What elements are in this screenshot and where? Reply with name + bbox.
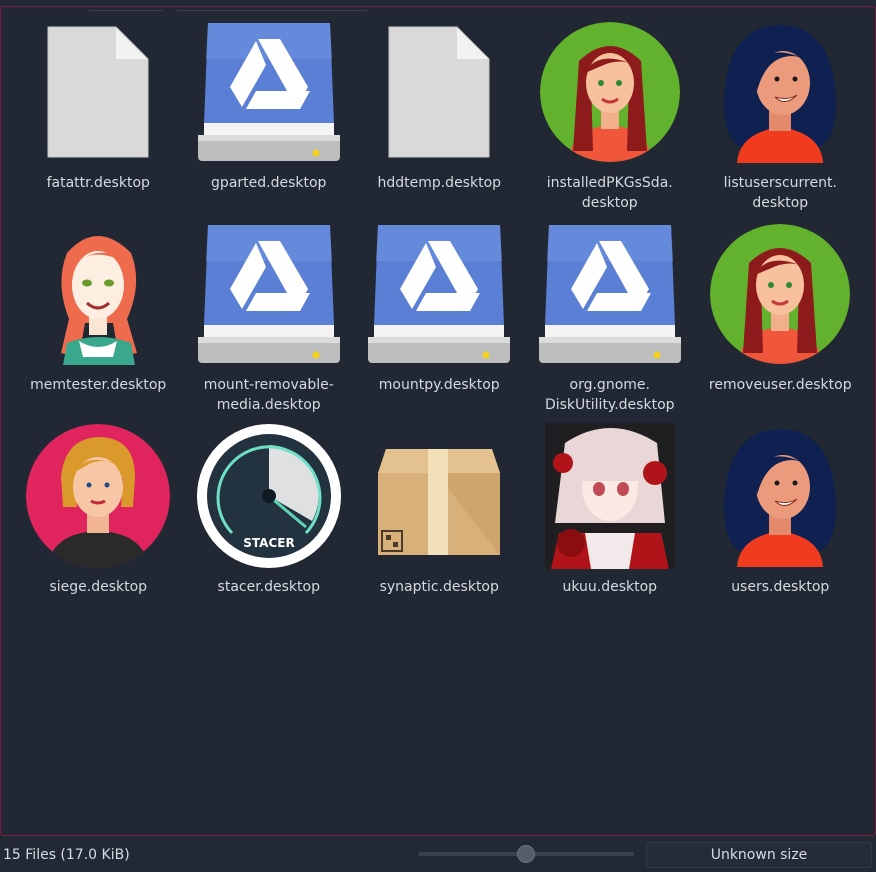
file-count-summary: 15 Files (17.0 KiB) [3, 847, 130, 863]
drive-icon [194, 221, 344, 367]
stacer-gauge-icon: STACER [194, 423, 344, 569]
file-label: siege.desktop [49, 579, 148, 595]
file-label: removeuser.desktop [708, 377, 852, 393]
avatar-blue-woman-icon [705, 423, 855, 569]
header-tab-edge [89, 7, 163, 11]
file-label: org.gnome. DiskUtility.desktop [544, 377, 675, 413]
file-label: users.desktop [731, 579, 830, 595]
file-label: listuserscurrent. desktop [723, 175, 837, 211]
file-item[interactable]: installedPKGsSda. desktop [525, 19, 696, 221]
drive-icon [364, 221, 514, 367]
file-item[interactable]: org.gnome. DiskUtility.desktop [525, 221, 696, 423]
file-item[interactable]: ukuu.desktop [525, 423, 696, 625]
stacer-logo-text: STACER [243, 536, 294, 550]
file-label: synaptic.desktop [379, 579, 499, 595]
file-item[interactable]: removeuser.desktop [695, 221, 866, 423]
file-item[interactable]: mount-removable- media.desktop [184, 221, 355, 423]
file-item[interactable]: gparted.desktop [184, 19, 355, 221]
avatar-green-redhair-icon [705, 221, 855, 367]
file-item[interactable]: users.desktop [695, 423, 866, 625]
file-label: fatattr.desktop [46, 175, 150, 191]
file-item[interactable]: siege.desktop [13, 423, 184, 625]
size-indicator: Unknown size [646, 842, 872, 868]
document-icon [23, 19, 173, 165]
file-item[interactable]: STACER stacer.desktop [184, 423, 355, 625]
file-grid: fatattr.desktop gparted.desktop hddtemp.… [13, 19, 866, 625]
zoom-slider-handle[interactable] [517, 845, 535, 863]
drive-icon [194, 19, 344, 165]
anime-girl-icon [535, 423, 685, 569]
file-view-panel: fatattr.desktop gparted.desktop hddtemp.… [0, 6, 876, 836]
file-label: stacer.desktop [217, 579, 320, 595]
avatar-sketch-woman-icon [23, 221, 173, 367]
file-label: installedPKGsSda. desktop [546, 175, 673, 211]
package-box-icon [364, 423, 514, 569]
file-label: ukuu.desktop [562, 579, 658, 595]
file-item[interactable]: listuserscurrent. desktop [695, 19, 866, 221]
file-label: memtester.desktop [30, 377, 167, 393]
file-item[interactable]: synaptic.desktop [354, 423, 525, 625]
file-label: hddtemp.desktop [377, 175, 502, 191]
document-icon [364, 19, 514, 165]
avatar-green-redhair-icon [535, 19, 685, 165]
file-item[interactable]: fatattr.desktop [13, 19, 184, 221]
file-item[interactable]: mountpy.desktop [354, 221, 525, 423]
file-label: mountpy.desktop [378, 377, 500, 393]
file-label: mount-removable- media.desktop [203, 377, 334, 413]
file-item[interactable]: memtester.desktop [13, 221, 184, 423]
avatar-pink-blonde-icon [23, 423, 173, 569]
file-item[interactable]: hddtemp.desktop [354, 19, 525, 221]
header-tab-edge [177, 7, 367, 11]
drive-icon [535, 221, 685, 367]
avatar-blue-woman-icon [705, 19, 855, 165]
file-label: gparted.desktop [211, 175, 327, 191]
